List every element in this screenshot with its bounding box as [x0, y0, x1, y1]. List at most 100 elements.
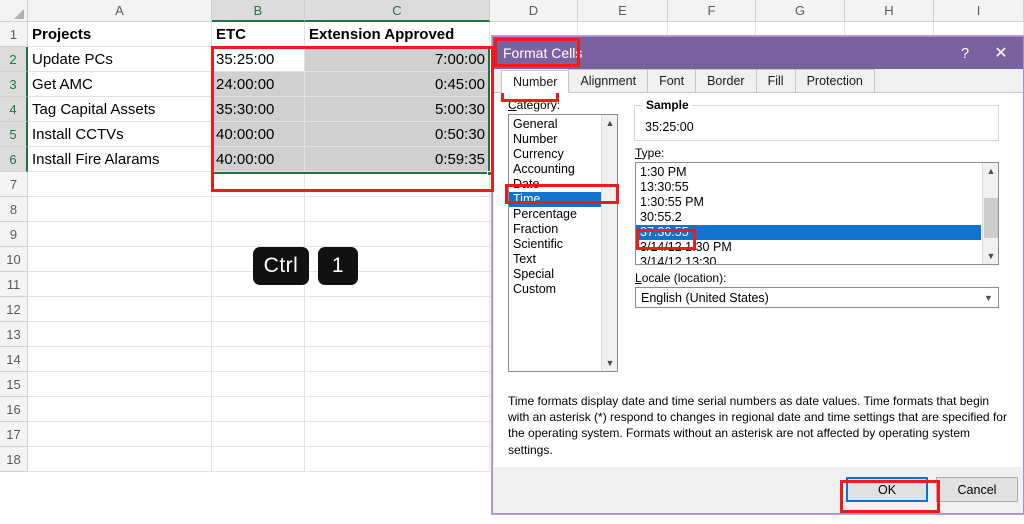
row-header-11[interactable]: 11 — [0, 272, 28, 297]
row-header-18[interactable]: 18 — [0, 447, 28, 472]
scroll-up-icon[interactable]: ▲ — [602, 115, 617, 131]
cell-C7[interactable] — [305, 172, 490, 197]
cell-C12[interactable] — [305, 297, 490, 322]
cell-A12[interactable] — [28, 297, 212, 322]
tab-font[interactable]: Font — [647, 69, 697, 92]
cell-B12[interactable] — [212, 297, 305, 322]
scroll-up-icon[interactable]: ▲ — [983, 163, 998, 179]
type-item[interactable]: 1:30 PM — [636, 165, 981, 180]
type-item[interactable]: 30:55.2 — [636, 210, 981, 225]
cell-C13[interactable] — [305, 322, 490, 347]
tab-alignment[interactable]: Alignment — [568, 69, 649, 92]
category-item-text[interactable]: Text — [509, 252, 601, 267]
row-header-10[interactable]: 10 — [0, 247, 28, 272]
cell-A6[interactable]: Install Fire Alarams — [28, 147, 212, 172]
tab-border[interactable]: Border — [695, 69, 757, 92]
cell-B1[interactable]: ETC — [212, 22, 305, 47]
cell-B7[interactable] — [212, 172, 305, 197]
cell-A4[interactable]: Tag Capital Assets — [28, 97, 212, 122]
cell-B17[interactable] — [212, 422, 305, 447]
type-item[interactable]: 3/14/12 13:30 — [636, 255, 981, 264]
row-header-9[interactable]: 9 — [0, 222, 28, 247]
row-header-12[interactable]: 12 — [0, 297, 28, 322]
cell-A5[interactable]: Install CCTVs — [28, 122, 212, 147]
column-header-h[interactable]: H — [845, 0, 934, 22]
cell-C2[interactable]: 7:00:00 — [305, 47, 490, 72]
type-item[interactable]: 3/14/12 1:30 PM — [636, 240, 981, 255]
row-header-15[interactable]: 15 — [0, 372, 28, 397]
close-icon[interactable]: ✕ — [983, 38, 1019, 68]
cancel-button[interactable]: Cancel — [936, 477, 1018, 502]
row-header-7[interactable]: 7 — [0, 172, 28, 197]
cell-C14[interactable] — [305, 347, 490, 372]
cell-B3[interactable]: 24:00:00 — [212, 72, 305, 97]
row-header-8[interactable]: 8 — [0, 197, 28, 222]
row-header-13[interactable]: 13 — [0, 322, 28, 347]
row-header-1[interactable]: 1 — [0, 22, 28, 47]
cell-A9[interactable] — [28, 222, 212, 247]
scroll-down-icon[interactable]: ▼ — [983, 248, 998, 264]
cell-B18[interactable] — [212, 447, 305, 472]
category-item-percentage[interactable]: Percentage — [509, 207, 601, 222]
row-header-14[interactable]: 14 — [0, 347, 28, 372]
cell-C4[interactable]: 5:00:30 — [305, 97, 490, 122]
cell-B9[interactable] — [212, 222, 305, 247]
cell-A3[interactable]: Get AMC — [28, 72, 212, 97]
row-header-17[interactable]: 17 — [0, 422, 28, 447]
scroll-down-icon[interactable]: ▼ — [602, 355, 617, 371]
cell-B16[interactable] — [212, 397, 305, 422]
ok-button[interactable]: OK — [846, 477, 928, 502]
cell-A16[interactable] — [28, 397, 212, 422]
tab-number[interactable]: Number — [501, 70, 570, 93]
column-header-e[interactable]: E — [578, 0, 668, 22]
help-button[interactable]: ? — [947, 38, 983, 68]
cell-A2[interactable]: Update PCs — [28, 47, 212, 72]
cell-B5[interactable]: 40:00:00 — [212, 122, 305, 147]
category-item-number[interactable]: Number — [509, 132, 601, 147]
category-item-general[interactable]: General — [509, 117, 601, 132]
type-item[interactable]: 1:30:55 PM — [636, 195, 981, 210]
cell-B2[interactable]: 35:25:00 — [212, 47, 305, 72]
cell-A7[interactable] — [28, 172, 212, 197]
category-item-fraction[interactable]: Fraction — [509, 222, 601, 237]
row-header-4[interactable]: 4 — [0, 97, 28, 122]
type-item[interactable]: 13:30:55 — [636, 180, 981, 195]
chevron-down-icon[interactable]: ▼ — [979, 288, 998, 307]
cell-C3[interactable]: 0:45:00 — [305, 72, 490, 97]
row-header-2[interactable]: 2 — [0, 47, 28, 72]
row-header-3[interactable]: 3 — [0, 72, 28, 97]
cell-C8[interactable] — [305, 197, 490, 222]
row-header-16[interactable]: 16 — [0, 397, 28, 422]
cell-A10[interactable] — [28, 247, 212, 272]
cell-B4[interactable]: 35:30:00 — [212, 97, 305, 122]
tab-protection[interactable]: Protection — [794, 69, 875, 92]
cell-C9[interactable] — [305, 222, 490, 247]
cell-B13[interactable] — [212, 322, 305, 347]
cell-A15[interactable] — [28, 372, 212, 397]
category-item-scientific[interactable]: Scientific — [509, 237, 601, 252]
column-header-d[interactable]: D — [490, 0, 578, 22]
cell-A13[interactable] — [28, 322, 212, 347]
cell-C16[interactable] — [305, 397, 490, 422]
cell-A11[interactable] — [28, 272, 212, 297]
column-header-b[interactable]: B — [212, 0, 305, 22]
cell-B8[interactable] — [212, 197, 305, 222]
cell-A14[interactable] — [28, 347, 212, 372]
cell-B6[interactable]: 40:00:00 — [212, 147, 305, 172]
cell-C17[interactable] — [305, 422, 490, 447]
cell-A18[interactable] — [28, 447, 212, 472]
column-header-a[interactable]: A — [28, 0, 212, 22]
cell-C5[interactable]: 0:50:30 — [305, 122, 490, 147]
category-item-custom[interactable]: Custom — [509, 282, 601, 297]
cell-C15[interactable] — [305, 372, 490, 397]
category-scrollbar[interactable]: ▲ ▼ — [601, 115, 617, 371]
cell-B14[interactable] — [212, 347, 305, 372]
cell-C18[interactable] — [305, 447, 490, 472]
category-item-accounting[interactable]: Accounting — [509, 162, 601, 177]
type-listbox[interactable]: 1:30 PM 13:30:55 1:30:55 PM 30:55.2 37:30:55… — [635, 162, 999, 265]
row-header-5[interactable]: 5 — [0, 122, 28, 147]
cell-C1[interactable]: Extension Approved — [305, 22, 490, 47]
column-header-f[interactable]: F — [668, 0, 756, 22]
type-item[interactable]: 37:30:55 — [636, 225, 981, 240]
tab-fill[interactable]: Fill — [755, 69, 796, 92]
